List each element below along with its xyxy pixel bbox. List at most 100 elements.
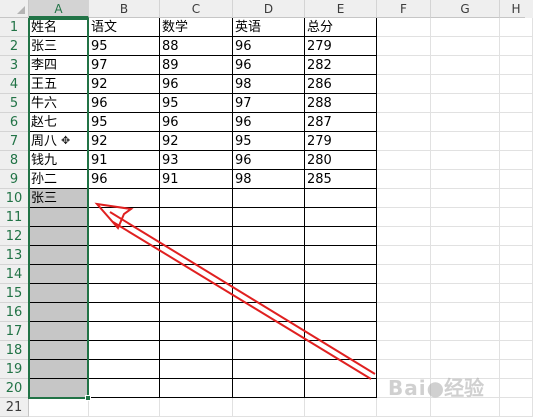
cell-h16[interactable]	[500, 303, 533, 322]
cell-g3[interactable]	[431, 56, 500, 75]
cell-a16[interactable]	[29, 303, 89, 322]
cell-c20[interactable]	[160, 379, 233, 398]
cell-b6[interactable]: 95	[89, 113, 160, 132]
cell-a3[interactable]: 李四	[29, 56, 89, 75]
cell-a9[interactable]: 孙二	[29, 170, 89, 189]
row-header-1[interactable]: 1	[0, 18, 29, 37]
cell-e19[interactable]	[305, 360, 377, 379]
cell-g4[interactable]	[431, 75, 500, 94]
cell-a18[interactable]	[29, 341, 89, 360]
row-header-6[interactable]: 6	[0, 113, 29, 132]
cell-d20[interactable]	[233, 379, 305, 398]
cell-f6[interactable]	[377, 113, 431, 132]
column-header-e[interactable]: E	[305, 0, 377, 18]
cell-c17[interactable]	[160, 322, 233, 341]
cell-h18[interactable]	[500, 341, 533, 360]
cell-d2[interactable]: 96	[233, 37, 305, 56]
cell-h9[interactable]	[500, 170, 533, 189]
cell-c12[interactable]	[160, 227, 233, 246]
cell-a10[interactable]: 张三	[29, 189, 89, 208]
cell-a11[interactable]	[29, 208, 89, 227]
cell-c13[interactable]	[160, 246, 233, 265]
cell-b15[interactable]	[89, 284, 160, 303]
cell-e6[interactable]: 287	[305, 113, 377, 132]
cell-e17[interactable]	[305, 322, 377, 341]
cell-d1[interactable]: 英语	[233, 18, 305, 37]
cell-g18[interactable]	[431, 341, 500, 360]
cell-e18[interactable]	[305, 341, 377, 360]
row-header-21[interactable]: 21	[0, 398, 29, 417]
cell-b7[interactable]: 92	[89, 132, 160, 151]
row-header-18[interactable]: 18	[0, 341, 29, 360]
cell-f14[interactable]	[377, 265, 431, 284]
cell-h12[interactable]	[500, 227, 533, 246]
cell-d3[interactable]: 96	[233, 56, 305, 75]
cell-a4[interactable]: 王五	[29, 75, 89, 94]
row-header-5[interactable]: 5	[0, 94, 29, 113]
cell-f17[interactable]	[377, 322, 431, 341]
cell-b20[interactable]	[89, 379, 160, 398]
cell-e16[interactable]	[305, 303, 377, 322]
cell-g9[interactable]	[431, 170, 500, 189]
cell-d18[interactable]	[233, 341, 305, 360]
cell-a17[interactable]	[29, 322, 89, 341]
cell-h5[interactable]	[500, 94, 533, 113]
cell-h11[interactable]	[500, 208, 533, 227]
cell-d11[interactable]	[233, 208, 305, 227]
cell-d6[interactable]: 96	[233, 113, 305, 132]
cell-h2[interactable]	[500, 37, 533, 56]
cell-d4[interactable]: 98	[233, 75, 305, 94]
cell-e14[interactable]	[305, 265, 377, 284]
cell-a20[interactable]	[29, 379, 89, 398]
cell-f1[interactable]	[377, 18, 431, 37]
cell-g17[interactable]	[431, 322, 500, 341]
cell-d15[interactable]	[233, 284, 305, 303]
cell-b18[interactable]	[89, 341, 160, 360]
row-header-16[interactable]: 16	[0, 303, 29, 322]
cell-c16[interactable]	[160, 303, 233, 322]
row-header-17[interactable]: 17	[0, 322, 29, 341]
cell-h15[interactable]	[500, 284, 533, 303]
cell-d19[interactable]	[233, 360, 305, 379]
cell-f5[interactable]	[377, 94, 431, 113]
cell-c5[interactable]: 95	[160, 94, 233, 113]
cell-g12[interactable]	[431, 227, 500, 246]
cell-b16[interactable]	[89, 303, 160, 322]
cell-a14[interactable]	[29, 265, 89, 284]
row-header-20[interactable]: 20	[0, 379, 29, 398]
cell-e10[interactable]	[305, 189, 377, 208]
cell-g1[interactable]	[431, 18, 500, 37]
cell-e3[interactable]: 282	[305, 56, 377, 75]
row-header-9[interactable]: 9	[0, 170, 29, 189]
cell-f10[interactable]	[377, 189, 431, 208]
scrollbar-stub[interactable]	[525, 0, 533, 18]
row-header-11[interactable]: 11	[0, 208, 29, 227]
cell-f3[interactable]	[377, 56, 431, 75]
cell-d10[interactable]	[233, 189, 305, 208]
row-header-12[interactable]: 12	[0, 227, 29, 246]
cell-d13[interactable]	[233, 246, 305, 265]
column-header-g[interactable]: G	[431, 0, 500, 18]
cell-h17[interactable]	[500, 322, 533, 341]
cell-e2[interactable]: 279	[305, 37, 377, 56]
cell-h10[interactable]	[500, 189, 533, 208]
cell-e7[interactable]: 279	[305, 132, 377, 151]
row-header-8[interactable]: 8	[0, 151, 29, 170]
cell-g13[interactable]	[431, 246, 500, 265]
cell-f4[interactable]	[377, 75, 431, 94]
cell-h1[interactable]	[500, 18, 533, 37]
cell-c9[interactable]: 91	[160, 170, 233, 189]
cell-b9[interactable]: 96	[89, 170, 160, 189]
cell-f12[interactable]	[377, 227, 431, 246]
row-header-14[interactable]: 14	[0, 265, 29, 284]
cell-c7[interactable]: 92	[160, 132, 233, 151]
cell-h13[interactable]	[500, 246, 533, 265]
cell-b12[interactable]	[89, 227, 160, 246]
cell-g15[interactable]	[431, 284, 500, 303]
cell-b11[interactable]	[89, 208, 160, 227]
cell-e9[interactable]: 285	[305, 170, 377, 189]
cell-e12[interactable]	[305, 227, 377, 246]
cell-b5[interactable]: 96	[89, 94, 160, 113]
cell-c4[interactable]: 96	[160, 75, 233, 94]
cell-a7[interactable]: 周八	[29, 132, 89, 151]
